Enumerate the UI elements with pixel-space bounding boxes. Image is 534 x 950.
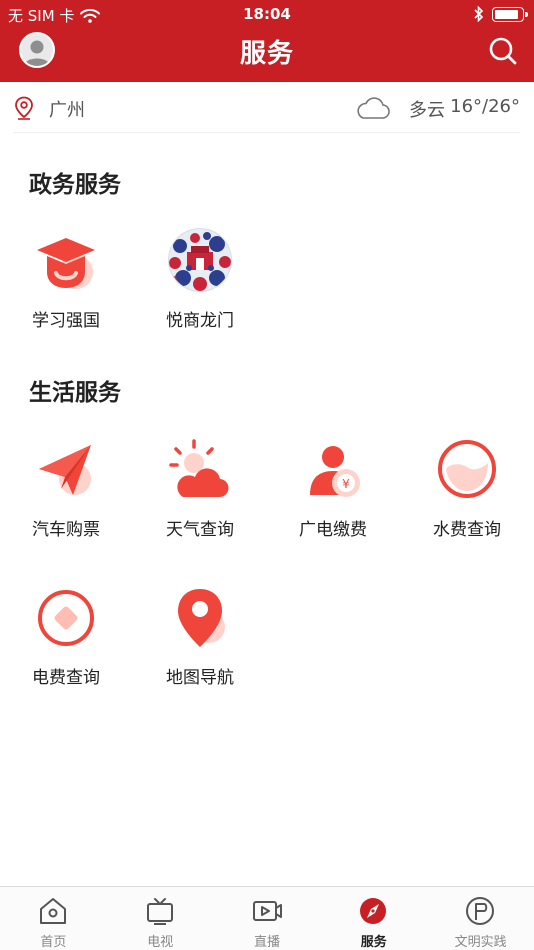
service-xuexi-qiangguo[interactable]: 学习强国 <box>11 228 121 338</box>
yueshang-longmen-logo <box>168 228 232 292</box>
tab-home[interactable]: 首页 <box>0 887 107 950</box>
cloud-icon <box>357 97 390 119</box>
graduation-cap-icon <box>37 238 95 289</box>
status-right-group <box>474 6 528 22</box>
temperature-range: 16°/26° <box>450 96 520 117</box>
bluetooth-icon <box>474 6 484 22</box>
search-icon[interactable] <box>488 36 518 66</box>
tab-label: 直播 <box>253 935 280 950</box>
status-bar: 无 SIM 卡 18:04 <box>0 0 534 28</box>
weather-description: 多云 <box>409 100 445 121</box>
service-label: 悦商龙门 <box>166 311 234 331</box>
service-label: 广电缴费 <box>299 520 367 540</box>
service-electricity-bill-query[interactable]: 电费查询 <box>11 585 121 695</box>
top-header: 无 SIM 卡 18:04 服务 <box>0 0 534 82</box>
location-pin-icon[interactable] <box>14 96 34 120</box>
tab-civilization-practice[interactable]: 文明实践 <box>427 887 534 950</box>
service-label: 水费查询 <box>433 520 501 540</box>
tab-services[interactable]: 服务 <box>320 887 427 950</box>
tab-live[interactable]: 直播 <box>214 887 321 950</box>
tab-label: 文明实践 <box>454 935 507 950</box>
section-title-life: 生活服务 <box>29 380 121 406</box>
diamond-circle-icon <box>38 590 94 646</box>
status-time: 18:04 <box>243 5 291 23</box>
bottom-tab-bar: 首页 电视 直播 服务 文明实践 <box>0 886 534 950</box>
compass-icon <box>360 898 387 924</box>
paper-plane-icon <box>39 445 91 495</box>
service-label: 天气查询 <box>166 520 234 540</box>
live-play-icon <box>252 901 282 921</box>
tab-label: 首页 <box>40 935 67 950</box>
flag-circle-icon <box>466 897 495 925</box>
tab-label: 电视 <box>147 935 174 950</box>
location-weather-bar: 广州 多云 16°/26° <box>14 82 520 133</box>
service-weather-query[interactable]: 天气查询 <box>145 437 255 547</box>
tab-tv[interactable]: 电视 <box>107 887 214 950</box>
service-bus-ticket[interactable]: 汽车购票 <box>11 437 121 547</box>
service-yueshang-longmen[interactable]: 悦商龙门 <box>145 228 255 338</box>
water-drop-icon <box>438 440 496 498</box>
service-cable-tv-payment[interactable]: ¥ 广电缴费 <box>278 437 388 547</box>
service-label: 学习强国 <box>32 311 100 331</box>
service-label: 地图导航 <box>166 668 234 688</box>
service-map-navigation[interactable]: 地图导航 <box>145 585 255 695</box>
battery-icon <box>492 6 528 22</box>
service-label: 电费查询 <box>32 668 100 688</box>
battery-level <box>495 9 518 19</box>
section-title-government: 政务服务 <box>29 172 121 198</box>
tv-icon <box>146 898 173 925</box>
home-icon <box>40 898 66 924</box>
city-name[interactable]: 广州 <box>49 96 85 122</box>
service-label: 汽车购票 <box>32 520 100 540</box>
sun-cloud-icon <box>169 439 229 498</box>
tab-label: 服务 <box>360 935 387 950</box>
page-title: 服务 <box>239 39 294 69</box>
map-pin-icon <box>178 589 225 647</box>
user-yen-icon: ¥ <box>310 446 360 497</box>
svg-text:¥: ¥ <box>342 477 350 491</box>
service-water-bill-query[interactable]: 水费查询 <box>412 437 522 547</box>
